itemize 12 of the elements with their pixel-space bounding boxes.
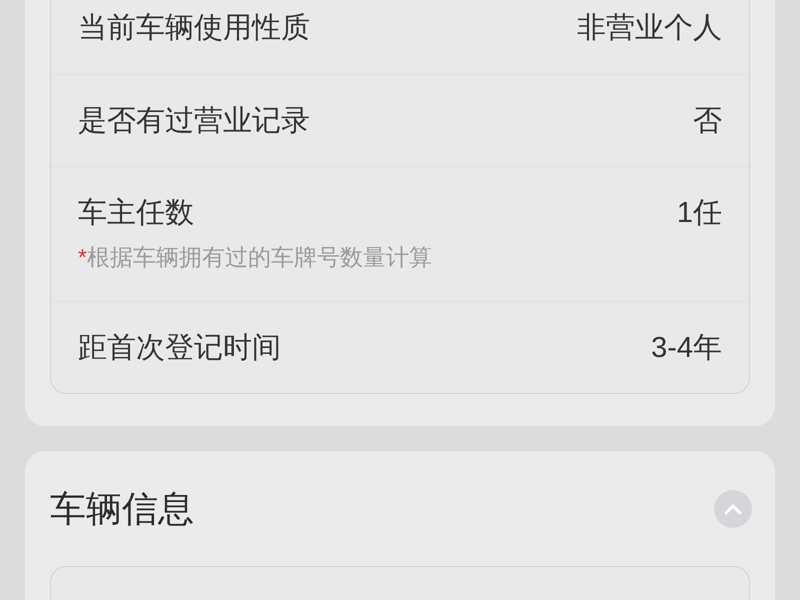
field-value: 非营业个人	[577, 11, 722, 46]
field-value: 1任	[676, 196, 722, 231]
footnote-text: *根据车辆拥有过的车牌号数量计算	[78, 243, 432, 272]
field-value: 否	[693, 104, 722, 138]
field-label: 是否有过营业记录	[78, 104, 310, 138]
chevron-up-icon	[724, 504, 742, 514]
section-title: 车辆信息	[50, 487, 194, 531]
field-label: 距首次登记时间	[78, 330, 281, 366]
field-label: 当前车辆使用性质	[78, 11, 310, 46]
field-value: 3-4年	[651, 330, 722, 366]
collapse-button[interactable]	[714, 490, 752, 528]
field-label: 车主任数	[78, 196, 194, 231]
